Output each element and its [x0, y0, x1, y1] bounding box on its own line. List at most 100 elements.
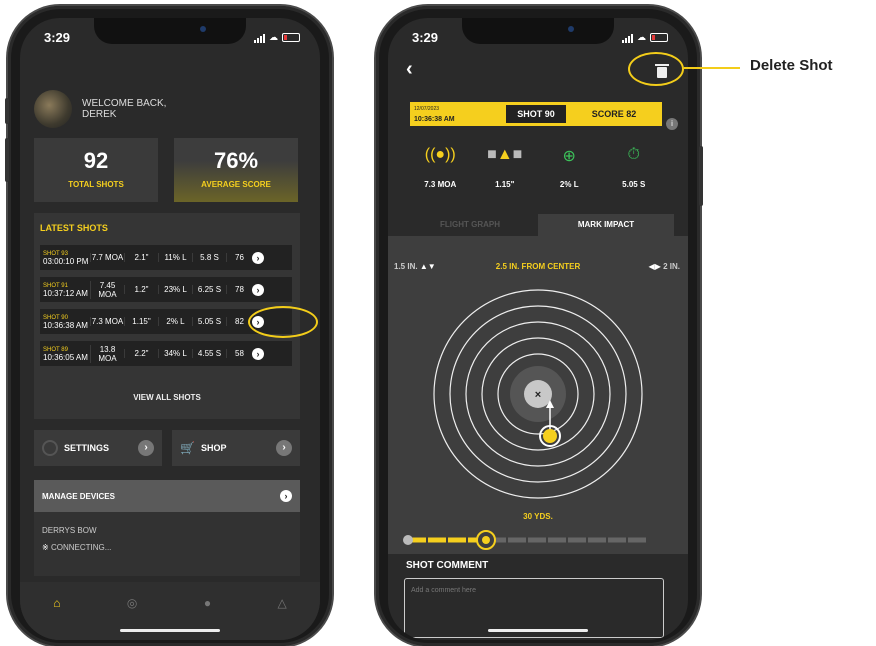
back-arrow-icon[interactable]: ‹: [406, 58, 413, 81]
shot-aim: 23% L: [158, 285, 192, 294]
home-icon[interactable]: ⌂: [53, 596, 60, 640]
camera: [568, 26, 574, 32]
side-button: [699, 146, 703, 206]
shot-level: 2.1": [124, 253, 158, 262]
metric-value: 1.15": [495, 180, 515, 189]
side-button: [5, 138, 9, 182]
profile-icon[interactable]: △: [278, 596, 287, 640]
tab-mark-impact[interactable]: MARK IMPACT: [538, 214, 674, 236]
shop-label: SHOP: [200, 443, 227, 453]
shot-date: 12/07/2023: [414, 105, 440, 112]
crosshair-icon: ⊕: [562, 148, 576, 165]
target-icon[interactable]: ◎: [127, 596, 137, 640]
info-icon[interactable]: i: [666, 118, 678, 130]
shot-id: SHOT 93 03:00:10 PM: [40, 250, 90, 266]
signal-icon: [254, 33, 265, 43]
tab-flight-graph[interactable]: FLIGHT GRAPH: [402, 214, 538, 236]
shot-hold: 4.55 S: [192, 349, 226, 358]
total-shots-label: TOTAL SHOTS: [68, 180, 124, 189]
callout-leader-line: [684, 67, 740, 69]
page: 3:29 ☁ WELCOME BACK, DEREK 92 TOTAL SHOT…: [0, 0, 876, 646]
shot-hold: 5.8 S: [192, 253, 226, 262]
chat-icon[interactable]: ●: [204, 596, 211, 640]
chevron-right-icon[interactable]: ›: [252, 283, 264, 296]
shot-row[interactable]: SHOT 91 10:37:12 AM 7.45 MOA 1.2" 23% L 6…: [40, 277, 292, 302]
shot-datetime: 12/07/2023 10:36:38 AM: [410, 106, 506, 123]
shot-row[interactable]: SHOT 89 10:36:05 AM 13.8 MOA 2.2" 34% L 4…: [40, 341, 292, 366]
shot-level: 1.15": [124, 317, 158, 326]
metric-level: ■▲■ 1.15": [480, 146, 530, 189]
status-icons: ☁: [254, 32, 300, 43]
right-adjust: 2 IN.: [663, 262, 680, 271]
distance-slider[interactable]: [402, 530, 650, 550]
metric-moa: ((●)) 7.3 MOA: [415, 146, 465, 189]
chevron-right-icon: ›: [280, 490, 292, 502]
shot-aim: 11% L: [158, 253, 192, 262]
chevron-right-icon[interactable]: ›: [252, 347, 264, 360]
metric-value: 2% L: [559, 180, 579, 189]
status-icons: ☁: [622, 32, 668, 43]
signal-icon: [622, 33, 633, 43]
shot-id: SHOT 89 10:36:05 AM: [40, 346, 90, 362]
shot-score: 58: [226, 349, 252, 358]
manage-devices-button[interactable]: MANAGE DEVICES ›: [34, 480, 300, 512]
average-score-label: AVERAGE SCORE: [201, 180, 271, 189]
shot-row[interactable]: SHOT 93 03:00:10 PM 7.7 MOA 2.1" 11% L 5.…: [40, 245, 292, 270]
comment-placeholder: Add a comment here: [411, 587, 476, 594]
settings-button[interactable]: SETTINGS ›: [34, 430, 162, 466]
shot-time: 10:36:38 AM: [43, 320, 88, 330]
shot-score: 78: [226, 285, 252, 294]
device-name: DERRYS BOW: [42, 526, 97, 535]
view-all-shots-link[interactable]: VIEW ALL SHOTS: [34, 393, 300, 402]
average-score-card[interactable]: 76% AVERAGE SCORE: [174, 138, 298, 202]
right-phone: 3:29 ☁ ‹ 12/07/2023 10:36:38 AM SHOT 90 …: [376, 6, 703, 646]
avatar[interactable]: [34, 90, 72, 128]
signal-icon: ((●)): [424, 146, 456, 163]
settings-label: SETTINGS: [64, 443, 110, 453]
view-tabs: FLIGHT GRAPH MARK IMPACT: [402, 214, 674, 236]
metric-aim: ⊕ 2% L: [544, 146, 594, 189]
target-rings[interactable]: ×: [388, 282, 688, 512]
latest-shots-title: LATEST SHOTS: [40, 223, 108, 233]
callout-label: Delete Shot: [750, 57, 833, 74]
shot-aim: 2% L: [158, 317, 192, 326]
metric-hold: ⏱ 5.05 S: [609, 146, 659, 189]
manage-devices-label: MANAGE DEVICES: [42, 491, 115, 501]
shot-aim: 34% L: [158, 349, 192, 358]
shop-button[interactable]: 🛒 SHOP ›: [172, 430, 300, 466]
bluetooth-icon: ※: [42, 543, 51, 552]
comment-title: SHOT COMMENT: [406, 560, 489, 571]
chevron-right-icon[interactable]: ›: [252, 251, 264, 264]
shot-moa: 7.45 MOA: [90, 280, 124, 299]
shot-header-bar: 12/07/2023 10:36:38 AM SHOT 90 SCORE 82: [410, 102, 662, 126]
shot-score-badge: SCORE 82: [591, 109, 637, 119]
shot-time: 10:36:38 AM: [414, 115, 455, 123]
total-shots-card[interactable]: 92 TOTAL SHOTS: [34, 138, 158, 202]
device-status-row: ※ CONNECTING...: [42, 543, 292, 552]
welcome-line: WELCOME BACK,: [82, 98, 167, 109]
devices-panel: DERRYS BOW ※ CONNECTING...: [34, 512, 300, 576]
slider-thumb-dot: [482, 536, 490, 544]
highlight-ring: [248, 306, 318, 338]
left-right-arrows-icon[interactable]: ◀▶: [649, 262, 661, 271]
status-time: 3:29: [412, 30, 439, 45]
status-time: 3:29: [44, 30, 71, 45]
notch: [462, 18, 614, 44]
metric-value: 5.05 S: [622, 180, 646, 189]
level-icon: ■▲■: [487, 146, 523, 163]
shot-id: SHOT 91 10:37:12 AM: [40, 282, 90, 298]
chevron-right-icon: ›: [276, 440, 292, 456]
center-x-icon: ×: [535, 389, 541, 401]
shot-id: SHOT 90 10:36:38 AM: [40, 314, 90, 330]
shot-metrics: ((●)) 7.3 MOA ■▲■ 1.15" ⊕ 2% L ⏱ 5.05 S: [408, 146, 666, 189]
stopwatch-icon: ⏱: [627, 146, 640, 163]
target-area: 1.5 IN. ▲▼ 2.5 IN. FROM CENTER ◀▶ 2 IN. …: [388, 236, 688, 554]
user-name: DEREK: [82, 109, 117, 120]
gear-icon: [42, 440, 58, 456]
distance-from-center: 2.5 IN. FROM CENTER: [495, 262, 581, 271]
shot-moa: 7.3 MOA: [90, 317, 124, 326]
chevron-right-icon: ›: [138, 440, 154, 456]
side-button: [5, 98, 9, 124]
home-indicator: [488, 629, 588, 632]
wifi-icon: ☁: [269, 32, 278, 42]
